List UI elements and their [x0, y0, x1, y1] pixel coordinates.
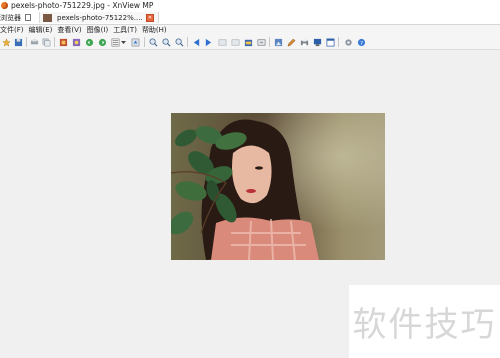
save-icon[interactable] [13, 37, 23, 47]
tab-close-icon[interactable]: ✕ [146, 14, 154, 22]
last-icon[interactable] [230, 37, 240, 47]
print-icon[interactable] [29, 37, 39, 47]
menu-tools[interactable]: 工具(T) [113, 25, 137, 35]
rotate-right-icon[interactable] [97, 37, 107, 47]
fullscreen-icon[interactable] [256, 37, 266, 47]
tab-pin-icon[interactable] [24, 12, 32, 23]
chevron-down-icon[interactable] [121, 37, 126, 47]
window-icon[interactable] [325, 37, 335, 47]
toolbar: ? [0, 35, 500, 50]
menu-help[interactable]: 帮助(H) [142, 25, 167, 35]
xnview-app-icon [1, 2, 8, 9]
crop-icon[interactable] [273, 37, 283, 47]
copy-icon[interactable] [41, 37, 51, 47]
menu-image[interactable]: 图像(I) [87, 25, 109, 35]
watermark-text: 软件技巧 [352, 305, 497, 345]
favorite-icon[interactable] [1, 37, 11, 47]
tab-image-label: pexels-photo-75122%.... [57, 13, 143, 22]
zoom-in-icon[interactable] [148, 37, 158, 47]
help-icon[interactable]: ? [356, 37, 366, 47]
tab-thumbnail-icon [43, 13, 52, 22]
previous-icon[interactable] [191, 37, 201, 47]
menu-edit[interactable]: 编辑(E) [29, 25, 53, 35]
rotate-left-icon[interactable] [84, 37, 94, 47]
folder-icon[interactable] [243, 37, 253, 47]
menu-bar: 文件(F) 编辑(E) 查看(V) 图像(I) 工具(T) 帮助(H) [0, 25, 500, 35]
watermark: 软件技巧 [349, 285, 500, 358]
svg-text:?: ? [360, 40, 363, 46]
view-mode-icon[interactable] [110, 37, 120, 47]
slideshow-icon[interactable] [71, 37, 81, 47]
zoom-fit-icon[interactable] [174, 37, 184, 47]
edit-icon[interactable] [286, 37, 296, 47]
printer-icon[interactable] [299, 37, 309, 47]
settings-icon[interactable] [343, 37, 353, 47]
tab-bar: 浏览器 pexels-photo-75122%.... ✕ [0, 11, 500, 25]
title-bar: pexels-photo-751229.jpg - XnView MP [0, 0, 500, 11]
menu-file[interactable]: 文件(F) [0, 25, 24, 35]
tab-image[interactable]: pexels-photo-75122%.... ✕ [39, 12, 159, 23]
next-icon[interactable] [203, 37, 213, 47]
image-settings-icon[interactable] [58, 37, 68, 47]
tab-browser-label: 浏览器 [0, 13, 21, 22]
monitor-icon[interactable] [312, 37, 322, 47]
window-title: pexels-photo-751229.jpg - XnView MP [11, 1, 154, 10]
displayed-photo [171, 113, 385, 260]
first-icon[interactable] [217, 37, 227, 47]
menu-view[interactable]: 查看(V) [57, 25, 81, 35]
export-icon[interactable] [130, 37, 140, 47]
zoom-out-icon[interactable] [161, 37, 171, 47]
